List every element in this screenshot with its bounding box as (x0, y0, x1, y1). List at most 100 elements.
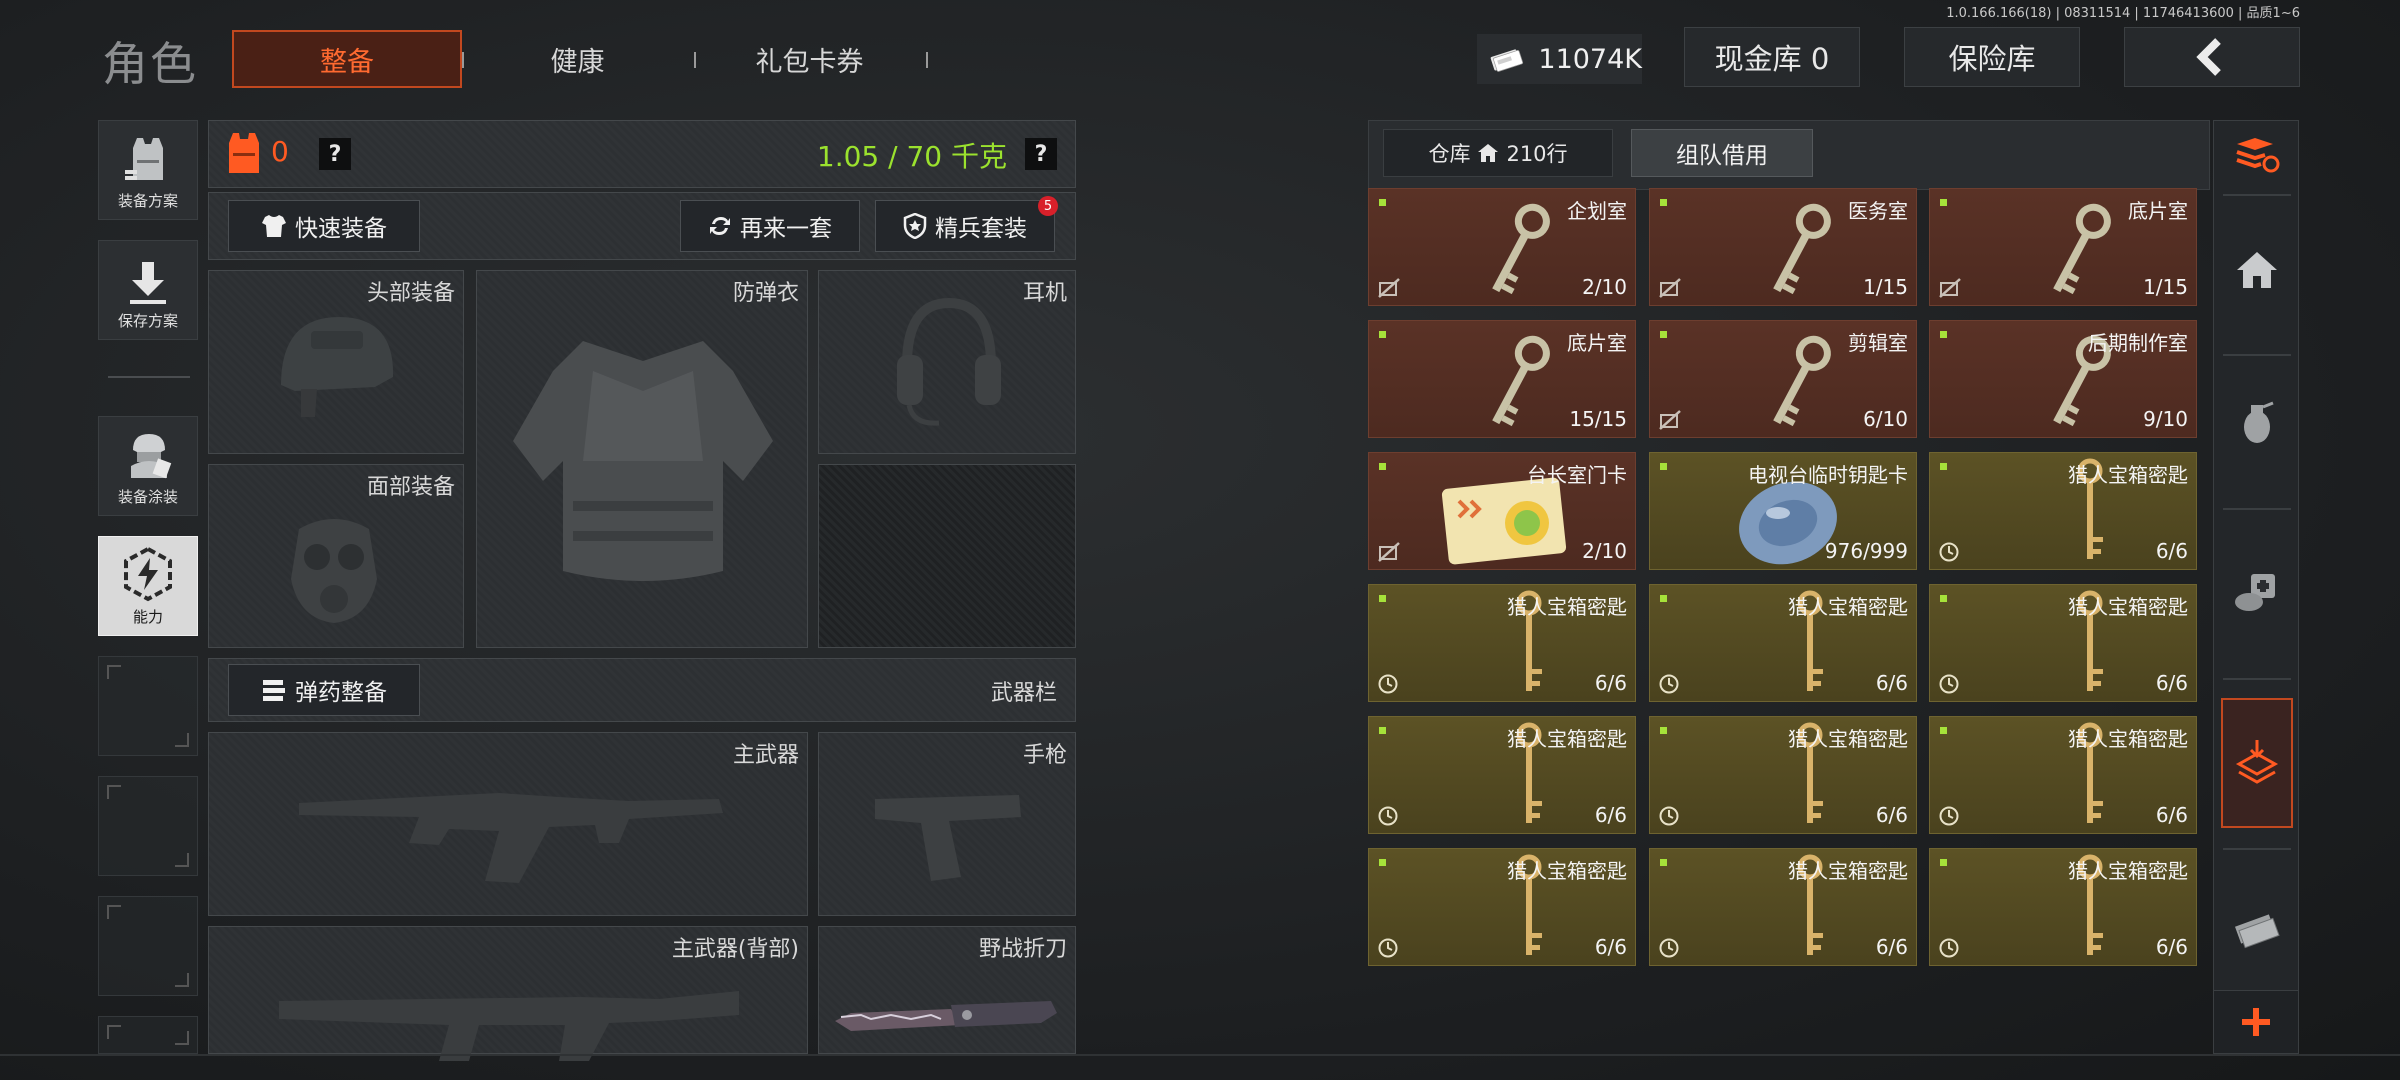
knife-slot[interactable]: 野战折刀 (818, 926, 1076, 1054)
rail-grenade-button[interactable] (2223, 392, 2291, 452)
no-icon (1659, 278, 1681, 298)
weight-help-button[interactable]: ? (1025, 138, 1057, 170)
back-button[interactable] (2124, 27, 2300, 87)
download-icon (130, 262, 166, 304)
armor-help-button[interactable]: ? (319, 138, 351, 170)
empty-sidebar-slot (98, 776, 198, 876)
item-name: 猎人宝箱密匙 (2068, 595, 2188, 619)
storage-item[interactable]: 猎人宝箱密匙 6/6 (1649, 584, 1917, 702)
no-icon (1659, 410, 1681, 430)
item-name: 企划室 (1567, 199, 1627, 223)
storage-item[interactable]: 底片室 15/15 (1368, 320, 1636, 438)
storage-item[interactable]: 猎人宝箱密匙 6/6 (1649, 848, 1917, 966)
item-name: 猎人宝箱密匙 (2068, 463, 2188, 487)
new-indicator (1940, 199, 1947, 206)
empty-sidebar-slot (98, 1016, 198, 1054)
item-count: 2/10 (1582, 539, 1627, 563)
body-armor-slot[interactable]: 防弹衣 (476, 270, 808, 648)
clock-icon (1378, 806, 1398, 826)
save-plan-button[interactable]: 保存方案 (98, 240, 198, 340)
rail-separator (2223, 508, 2291, 510)
item-count: 6/6 (1875, 671, 1908, 695)
item-name: 猎人宝箱密匙 (1788, 859, 1908, 883)
ammo-prep-button[interactable]: 弹药整备 (228, 664, 420, 716)
shield-icon (903, 213, 927, 239)
rail-home-button[interactable] (2223, 240, 2291, 300)
storage-item[interactable]: 猎人宝箱密匙 6/6 (1929, 584, 2197, 702)
grenade-icon (2244, 401, 2274, 443)
item-count: 6/6 (1594, 803, 1627, 827)
key-icon (1773, 203, 1831, 295)
face-gear-slot[interactable]: 面部装备 (208, 464, 464, 648)
quick-equip-button[interactable]: 快速装备 (228, 200, 420, 252)
rail-meds-button[interactable] (2223, 562, 2291, 622)
item-count: 6/6 (2155, 671, 2188, 695)
storage-item[interactable]: 台长室门卡 2/10 (1368, 452, 1636, 570)
storage-item[interactable]: 剪辑室 6/10 (1649, 320, 1917, 438)
storage-item[interactable]: 猎人宝箱密匙 6/6 (1368, 848, 1636, 966)
sidebar-item-label: 能力 (132, 608, 163, 626)
storage-item[interactable]: 猎人宝箱密匙 6/6 (1929, 848, 2197, 966)
item-count: 1/15 (1863, 275, 1908, 299)
slot-label: 手枪 (1022, 743, 1067, 768)
rail-add-button[interactable] (2213, 990, 2299, 1054)
weight-display: 1.05 / 70 千克 (816, 140, 1007, 173)
item-name: 猎人宝箱密匙 (1507, 727, 1627, 751)
key-icon (1492, 335, 1550, 427)
home-small-icon (1478, 144, 1499, 162)
storage-item[interactable]: 猎人宝箱密匙 6/6 (1649, 716, 1917, 834)
storage-item[interactable]: 猎人宝箱密匙 6/6 (1368, 584, 1636, 702)
tab-health[interactable]: 健康 (480, 30, 675, 88)
rail-quick-pick-button[interactable] (2221, 698, 2293, 828)
equipment-paint-button[interactable]: 装备涂装 (98, 416, 198, 516)
elite-set-label: 精兵套装 (935, 216, 1027, 242)
shirt-icon (262, 215, 286, 237)
clock-icon (1939, 938, 1959, 958)
clock-icon (1939, 806, 1959, 826)
primary-weapon-back-slot[interactable]: 主武器(背部) (208, 926, 808, 1061)
elite-set-button[interactable]: 精兵套装 (875, 200, 1055, 252)
item-name: 猎人宝箱密匙 (1507, 859, 1627, 883)
warehouse-label: 仓库 (1428, 142, 1471, 166)
rail-cash-button[interactable] (2223, 900, 2291, 960)
warehouse-rows: 210行 (1506, 142, 1568, 166)
vest-plan-icon (125, 138, 163, 180)
headset-slot[interactable]: 耳机 (818, 270, 1076, 454)
no-icon (1378, 278, 1400, 298)
item-name: 剪辑室 (1848, 331, 1908, 355)
tab-gift-coupons[interactable]: 礼包卡券 (712, 30, 907, 88)
storage-item[interactable]: 医务室 1/15 (1649, 188, 1917, 306)
pistol-slot[interactable]: 手枪 (818, 732, 1076, 916)
storage-item[interactable]: 猎人宝箱密匙 6/6 (1368, 716, 1636, 834)
primary-weapon-slot[interactable]: 主武器 (208, 732, 808, 916)
rail-stack-button[interactable] (2223, 126, 2291, 186)
tab-warehouse[interactable]: 仓库 210行 (1383, 129, 1613, 177)
storage-item[interactable]: 企划室 2/10 (1368, 188, 1636, 306)
item-count: 6/6 (2155, 935, 2188, 959)
insurance-vault-button[interactable]: 保险库 (1904, 27, 2080, 87)
new-indicator (1940, 463, 1947, 470)
storage-item[interactable]: 后期制作室 9/10 (1929, 320, 2197, 438)
storage-item[interactable]: 底片室 1/15 (1929, 188, 2197, 306)
slot-label: 主武器(背部) (671, 937, 799, 962)
loadout-status-bar: 0 ? 1.05 / 70 千克 ? (208, 120, 1076, 188)
loadout-plan-button[interactable]: 装备方案 (98, 120, 198, 220)
storage-item[interactable]: 猎人宝箱密匙 6/6 (1929, 452, 2197, 570)
ability-button[interactable]: 能力 (98, 536, 198, 636)
cash-vault-button[interactable]: 现金库 0 (1684, 27, 1860, 87)
storage-item[interactable]: 电视台临时钥匙卡 976/999 (1649, 452, 1917, 570)
no-icon (1939, 278, 1961, 298)
clock-icon (1378, 674, 1398, 694)
quick-equip-label: 快速装备 (295, 216, 387, 242)
equip-again-button[interactable]: 再来一套 (680, 200, 860, 252)
soldier-paint-icon (131, 434, 172, 479)
slot-label: 头部装备 (366, 281, 455, 306)
tab-loadout[interactable]: 整备 (232, 30, 462, 88)
head-gear-slot[interactable]: 头部装备 (208, 270, 464, 454)
item-name: 底片室 (2128, 199, 2188, 223)
clock-icon (1378, 938, 1398, 958)
cash-icon (1490, 49, 1524, 72)
tab-team-borrow[interactable]: 组队借用 (1631, 129, 1813, 177)
back-arrow-icon (2196, 38, 2221, 76)
storage-item[interactable]: 猎人宝箱密匙 6/6 (1929, 716, 2197, 834)
